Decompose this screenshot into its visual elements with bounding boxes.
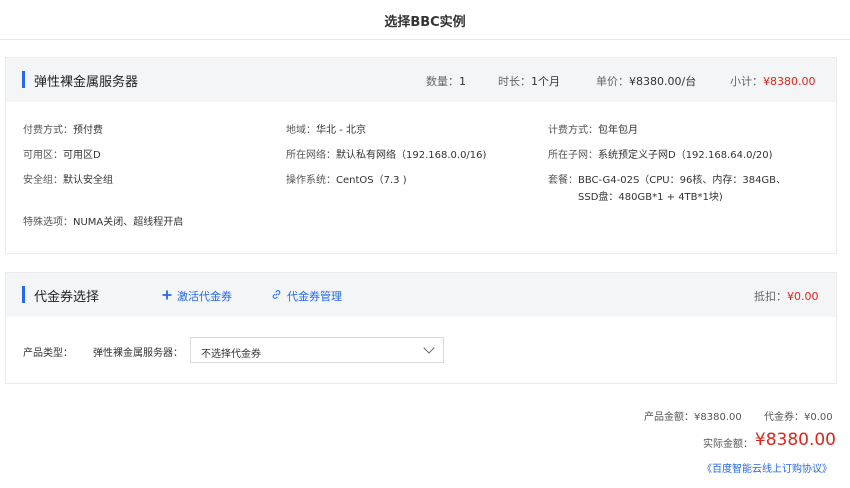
deduction: 抵扣：¥0.00 (754, 288, 819, 304)
region-value: 华北 - 北京 (316, 125, 366, 136)
package-value-line2: SSD盘：480GB*1 + 4TB*1块) (578, 192, 723, 203)
network-value: 默认私有网络（192.168.0.0/16) (336, 150, 487, 161)
chevron-down-icon (423, 342, 435, 354)
duration-value: 1个月 (531, 75, 560, 88)
security-label: 安全组： (23, 175, 63, 186)
charge-label: 计费方式： (548, 125, 598, 136)
quantity: 数量：1 (426, 73, 466, 89)
deduct-label: 抵扣： (754, 290, 787, 303)
server-card-header: 弹性裸金属服务器 数量：1 时长：1个月 单价：¥8380.00/台 小计：¥8… (6, 58, 836, 102)
region-label: 地域： (286, 125, 316, 136)
product-type-label: 产品类型： (23, 348, 73, 359)
subnet-label: 所在子网： (548, 150, 598, 161)
unit-price-value: ¥8380.00/台 (629, 75, 697, 88)
page-title: 选择BBC实例 (384, 15, 466, 30)
voucher-card-header: 代金券选择 激活代金券 代金券管理 抵扣：¥0.00 (6, 273, 836, 317)
activate-voucher-link[interactable]: 激活代金券 (162, 288, 232, 304)
package-line2: SSD盘：480GB*1 + 4TB*1块) (578, 188, 723, 203)
os-value: CentOS（7.3 ) (336, 175, 407, 186)
security-value: 默认安全组 (63, 175, 113, 186)
quantity-label: 数量： (426, 75, 459, 88)
product-amount-label: 产品金额： (644, 412, 694, 423)
package: 套餐：BBC-G4-02S（CPU：96核、内存：384GB、 (548, 171, 786, 186)
section-accent-bar (22, 286, 25, 303)
voucher-card-title: 代金券选择 (34, 290, 100, 305)
actual-amount-value: ¥8380.00 (754, 430, 836, 450)
charge-value: 包年包月 (598, 125, 638, 136)
actual-amount-label: 实际金额： (703, 439, 753, 450)
subnet: 所在子网：系统预定义子网D（192.168.64.0/20) (548, 146, 773, 161)
billing-method: 付费方式：预付费 (23, 121, 103, 136)
unit-price-label: 单价： (596, 75, 629, 88)
unit-price: 单价：¥8380.00/台 (596, 73, 696, 89)
section-accent-bar (22, 71, 25, 88)
activate-voucher-label: 激活代金券 (177, 290, 232, 303)
special-value: NUMA关闭、超线程开启 (73, 217, 184, 228)
region: 地域：华北 - 北京 (286, 121, 366, 136)
manage-voucher-link[interactable]: 代金券管理 (271, 288, 342, 304)
voucher-select-value: 不选择代金券 (201, 349, 261, 360)
plus-icon (162, 290, 172, 303)
server-card-title: 弹性裸金属服务器 (34, 75, 139, 90)
os-label: 操作系统： (286, 175, 336, 186)
network-label: 所在网络： (286, 150, 336, 161)
billing-value: 预付费 (73, 125, 103, 136)
voucher-amount-value: ¥0.00 (804, 412, 833, 423)
special-label: 特殊选项： (23, 217, 73, 228)
deduct-value: ¥0.00 (787, 290, 819, 303)
duration-label: 时长： (498, 75, 531, 88)
agreement-link[interactable]: 《百度智能云线上订购协议》 (702, 460, 832, 475)
manage-voucher-label: 代金券管理 (287, 290, 342, 303)
voucher-amount: 代金券：¥0.00 (764, 408, 833, 423)
subtotal-value: ¥8380.00 (763, 75, 816, 88)
voucher-card: 代金券选择 激活代金券 代金券管理 抵扣：¥0.00 产品类型： 弹性裸金属服务… (5, 272, 837, 384)
operating-system: 操作系统：CentOS（7.3 ) (286, 171, 407, 186)
special-options: 特殊选项：NUMA关闭、超线程开启 (23, 213, 183, 228)
page-header: 选择BBC实例 (0, 0, 850, 40)
zone: 可用区：可用区D (23, 146, 101, 161)
quantity-value: 1 (459, 75, 466, 88)
zone-value: 可用区D (63, 150, 101, 161)
package-label: 套餐： (548, 175, 578, 186)
zone-label: 可用区： (23, 150, 63, 161)
network: 所在网络：默认私有网络（192.168.0.0/16) (286, 146, 486, 161)
server-card: 弹性裸金属服务器 数量：1 时长：1个月 单价：¥8380.00/台 小计：¥8… (5, 57, 837, 254)
subtotal-label: 小计： (730, 75, 763, 88)
subtotal: 小计：¥8380.00 (730, 73, 816, 89)
product-amount-value: ¥8380.00 (694, 412, 742, 423)
security-group: 安全组：默认安全组 (23, 171, 113, 186)
subnet-value: 系统预定义子网D（192.168.64.0/20) (598, 150, 773, 161)
voucher-select[interactable]: 不选择代金券 (190, 337, 444, 363)
product-name-label: 弹性裸金属服务器： (93, 348, 183, 359)
link-icon (271, 289, 282, 303)
product-amount: 产品金额：¥8380.00 (644, 408, 742, 423)
voucher-amount-label: 代金券： (764, 412, 804, 423)
package-value-line1: BBC-G4-02S（CPU：96核、内存：384GB、 (578, 175, 787, 186)
duration: 时长：1个月 (498, 73, 560, 89)
charge-method: 计费方式：包年包月 (548, 121, 638, 136)
billing-label: 付费方式： (23, 125, 73, 136)
